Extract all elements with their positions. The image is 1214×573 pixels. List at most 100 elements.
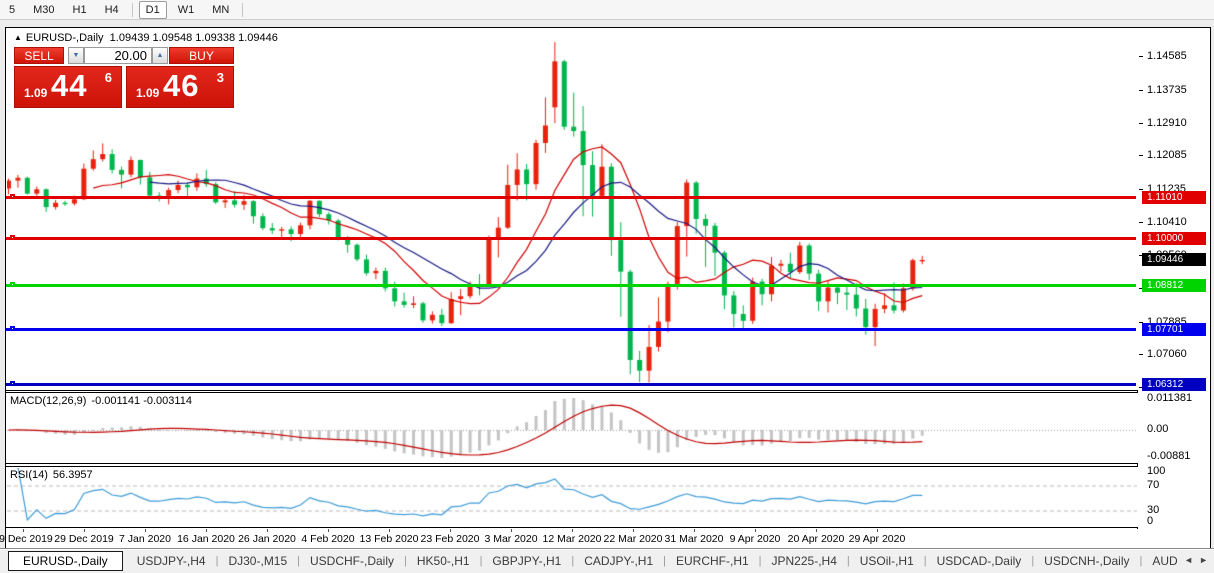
sell-price-prefix: 1.09 — [24, 86, 47, 100]
date-tick — [328, 529, 329, 532]
tab-item-cadjpy-h1[interactable]: CADJPY-,H1 — [574, 554, 663, 568]
price-level-chip: 1.06312 — [1142, 378, 1206, 391]
timeframe-button-m30[interactable]: M30 — [26, 1, 61, 19]
price-tick-label: 1.14585 — [1147, 50, 1187, 62]
chart-title-ohlc: 1.09439 1.09548 1.09338 1.09446 — [110, 32, 278, 44]
volume-decrease-button[interactable]: ▼ — [68, 47, 84, 64]
timeframe-button-h4[interactable]: H4 — [98, 1, 126, 19]
price-tick — [1139, 90, 1143, 91]
timeframe-button-w1[interactable]: W1 — [171, 1, 202, 19]
macd-name: MACD(12,26,9) — [10, 395, 86, 407]
price-level-chip: 1.11010 — [1142, 191, 1206, 204]
macd-panel: MACD(12,26,9) -0.001141 -0.003114 — [6, 392, 1138, 464]
timeframe-button-h1[interactable]: H1 — [66, 1, 94, 19]
rsi-axis-label: 30 — [1147, 504, 1159, 516]
tab-scroll-controls: ◄► — [1177, 555, 1211, 565]
price-level-line[interactable] — [6, 328, 1136, 331]
date-label: 16 Jan 2020 — [177, 533, 235, 545]
rsi-canvas[interactable] — [7, 468, 1137, 528]
date-tick — [633, 529, 634, 532]
price-level-chip: 1.09446 — [1142, 253, 1206, 266]
tab-item-eurusd-daily[interactable]: EURUSD-,Daily — [8, 551, 123, 571]
price-level-handle[interactable] — [10, 282, 15, 287]
timeframe-button-mn[interactable]: MN — [205, 1, 236, 19]
date-tick — [450, 529, 451, 532]
chart-title-symbol: EURUSD-,Daily — [26, 32, 104, 44]
tab-item-usdcnh-daily[interactable]: USDCNH-,Daily — [1034, 554, 1139, 568]
tab-item-jpn225-h4[interactable]: JPN225-,H4 — [762, 554, 847, 568]
tab-item-eurchf-h1[interactable]: EURCHF-,H1 — [666, 554, 759, 568]
buy-price-prefix: 1.09 — [136, 86, 159, 100]
price-tick-label: 1.12085 — [1147, 149, 1187, 161]
date-label: 29 Apr 2020 — [849, 533, 906, 545]
chart-window: ▲ EURUSD-,Daily 1.09439 1.09548 1.09338 1… — [5, 27, 1211, 548]
buy-button[interactable]: BUY — [169, 47, 234, 64]
volume-increase-button[interactable]: ▲ — [152, 47, 168, 64]
date-tick — [206, 529, 207, 532]
sell-price-sup: 6 — [105, 70, 112, 85]
date-tick — [389, 529, 390, 532]
macd-axis-label: 0.00 — [1147, 423, 1168, 435]
date-tick — [145, 529, 146, 532]
date-label: 19 Dec 2019 — [0, 533, 53, 545]
price-tick-label: 1.12910 — [1147, 117, 1187, 129]
sell-button[interactable]: SELL — [14, 47, 64, 64]
tab-item-usdchf-daily[interactable]: USDCHF-,Daily — [300, 554, 404, 568]
date-tick — [816, 529, 817, 532]
macd-values: -0.001141 -0.003114 — [91, 395, 192, 407]
tab-item-usdjpy-h4[interactable]: USDJPY-,H4 — [127, 554, 216, 568]
sell-price-box[interactable]: 1.09 44 6 — [14, 66, 122, 108]
price-tick — [1139, 354, 1143, 355]
tab-scroll-right-icon[interactable]: ► — [1199, 555, 1208, 565]
price-tick — [1139, 222, 1143, 223]
price-level-line[interactable] — [6, 284, 1136, 287]
date-label: 13 Feb 2020 — [360, 533, 419, 545]
date-tick — [572, 529, 573, 532]
price-level-handle[interactable] — [10, 326, 15, 331]
rsi-panel: RSI(14)56.3957 — [6, 466, 1138, 528]
date-label: 26 Jan 2020 — [238, 533, 296, 545]
date-label: 9 Apr 2020 — [730, 533, 781, 545]
date-label: 22 Mar 2020 — [604, 533, 663, 545]
price-level-chip: 1.08812 — [1142, 279, 1206, 292]
tab-item-usoil-h1[interactable]: USOil-,H1 — [850, 554, 924, 568]
date-tick — [877, 529, 878, 532]
buy-price-box[interactable]: 1.09 46 3 — [126, 66, 234, 108]
price-level-handle[interactable] — [10, 235, 15, 240]
price-tick-label: 1.07060 — [1147, 348, 1187, 360]
tab-item-dj30-m15[interactable]: DJ30-,M15 — [218, 554, 297, 568]
date-axis[interactable]: 19 Dec 201929 Dec 20197 Jan 202016 Jan 2… — [6, 529, 1138, 547]
price-tick — [1139, 123, 1143, 124]
price-level-handle[interactable] — [10, 194, 15, 199]
price-axis[interactable]: 1.110101.100001.094461.088121.077011.063… — [1139, 28, 1210, 547]
rsi-axis-label: 100 — [1147, 465, 1165, 477]
macd-label: MACD(12,26,9) -0.001141 -0.003114 — [10, 395, 192, 407]
date-tick — [84, 529, 85, 532]
buy-price-sup: 3 — [217, 70, 224, 85]
tab-scroll-left-icon[interactable]: ◄ — [1184, 555, 1193, 565]
price-tick-label: 1.13735 — [1147, 84, 1187, 96]
timeframe-button-5[interactable]: 5 — [2, 1, 22, 19]
date-tick — [23, 529, 24, 532]
date-label: 7 Jan 2020 — [119, 533, 171, 545]
price-level-line[interactable] — [6, 196, 1136, 199]
date-label: 31 Mar 2020 — [665, 533, 724, 545]
timeframe-toolbar: 5M30 H1H4 D1W1MN — [0, 0, 1214, 20]
macd-axis-label: -0.00881 — [1147, 450, 1190, 462]
toolbar-separator — [242, 3, 243, 17]
volume-input[interactable] — [84, 47, 152, 64]
tab-item-hk50-h1[interactable]: HK50-,H1 — [407, 554, 480, 568]
symbol-tabbar: EURUSD-,DailyUSDJPY-,H4|DJ30-,M15|USDCHF… — [0, 548, 1214, 573]
date-label: 23 Feb 2020 — [421, 533, 480, 545]
rsi-axis-label: 0 — [1147, 515, 1153, 527]
price-panel: ▲ EURUSD-,Daily 1.09439 1.09548 1.09338 1… — [6, 28, 1138, 391]
tab-item-gbpjpy-h1[interactable]: GBPJPY-,H1 — [482, 554, 571, 568]
sell-price-big: 44 — [51, 68, 87, 104]
toolbar-separator — [132, 3, 133, 17]
price-level-line[interactable] — [6, 383, 1136, 386]
rsi-value: 56.3957 — [53, 469, 93, 481]
tab-item-usdcad-daily[interactable]: USDCAD-,Daily — [927, 554, 1032, 568]
price-level-handle[interactable] — [10, 381, 15, 386]
price-level-line[interactable] — [6, 237, 1136, 240]
timeframe-button-d1[interactable]: D1 — [139, 1, 167, 19]
